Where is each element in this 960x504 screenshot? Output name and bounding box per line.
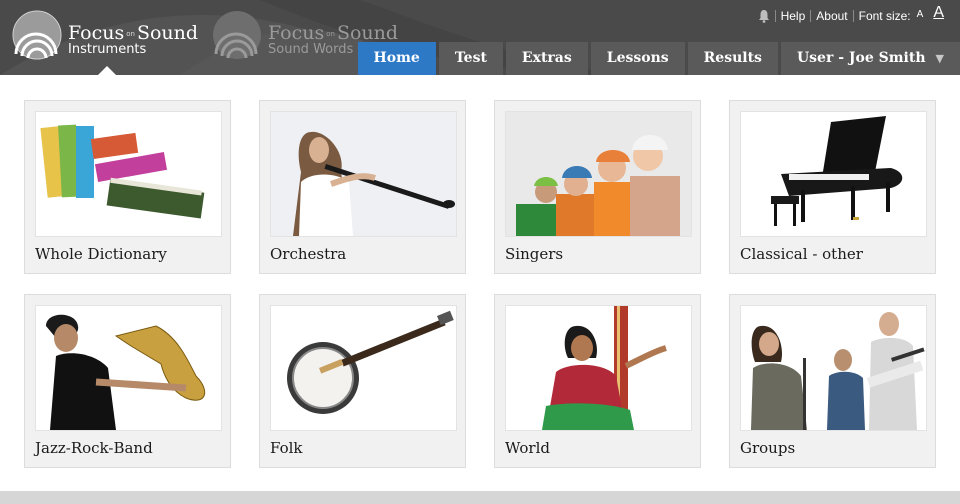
tile-label: Folk [270,439,303,457]
tile-label: Groups [740,439,796,457]
grand-piano-image [740,111,927,237]
tile-singers[interactable]: Singers [494,100,701,274]
logo-subtitle: Instruments [68,42,147,57]
logo-word-focus: Focus [268,22,325,44]
tile-jazz-rock-band[interactable]: Jazz-Rock-Band [24,294,231,468]
active-logo-pointer [98,66,116,75]
logo-word-focus: Focus [68,22,125,44]
tile-label: World [505,439,550,457]
nav-label: Results [703,50,762,66]
font-size-label: Font size: [858,9,911,23]
tile-label: Jazz-Rock-Band [35,439,153,457]
footer-bar [0,491,960,504]
tile-label: Whole Dictionary [35,245,167,263]
divider [810,10,812,22]
font-size-small-button[interactable]: A [917,9,924,20]
main-nav: Home Test Extras Lessons Results User - … [355,42,960,75]
utility-links: Help About Font size: A A [758,4,944,26]
chevron-down-icon: ▼ [935,52,944,65]
nav-label: Lessons [606,50,669,66]
tile-label: Orchestra [270,245,347,263]
logo-sound-waves-icon [12,10,62,60]
logo-word-sound: Sound [336,22,399,44]
logo-sound-waves-icon [213,11,261,59]
nav-label: Home [373,50,420,66]
font-size-large-button[interactable]: A [933,4,944,22]
divider [774,10,776,22]
nav-lessons[interactable]: Lessons [590,42,685,75]
singers-image [505,111,692,237]
tile-orchestra[interactable]: Orchestra [259,100,466,274]
bell-icon[interactable] [758,9,770,23]
band-group-image [740,305,927,431]
nav-extras[interactable]: Extras [505,42,588,75]
logo-word-sound: Sound [136,22,199,44]
oboe-player-image [270,111,457,237]
nav-label: Test [454,50,487,66]
tile-folk[interactable]: Folk [259,294,466,468]
tanpura-player-image [505,305,692,431]
saxophone-player-image [35,305,222,431]
tile-classical-other[interactable]: Classical - other [729,100,936,274]
nav-user-menu[interactable]: User - Joe Smith ▼ [780,42,960,75]
nav-home[interactable]: Home [357,42,436,75]
nav-label: Extras [521,50,572,66]
nav-results[interactable]: Results [687,42,778,75]
divider [852,10,854,22]
about-link[interactable]: About [816,9,847,23]
nav-test[interactable]: Test [438,42,503,75]
tile-label: Singers [505,245,564,263]
tile-label: Classical - other [740,245,863,263]
header-bar: Focus on Sound Instruments Focus on Sound So… [0,0,960,75]
tile-world[interactable]: World [494,294,701,468]
books-image [35,111,222,237]
banjo-image [270,305,457,431]
tile-whole-dictionary[interactable]: Whole Dictionary [24,100,231,274]
tile-groups[interactable]: Groups [729,294,936,468]
logo-word-on: on [326,30,335,38]
help-link[interactable]: Help [781,9,806,23]
logo-word-on: on [126,30,135,38]
logo-text: Focus on Sound Instruments [68,22,199,57]
nav-label: User - Joe Smith [796,50,926,66]
